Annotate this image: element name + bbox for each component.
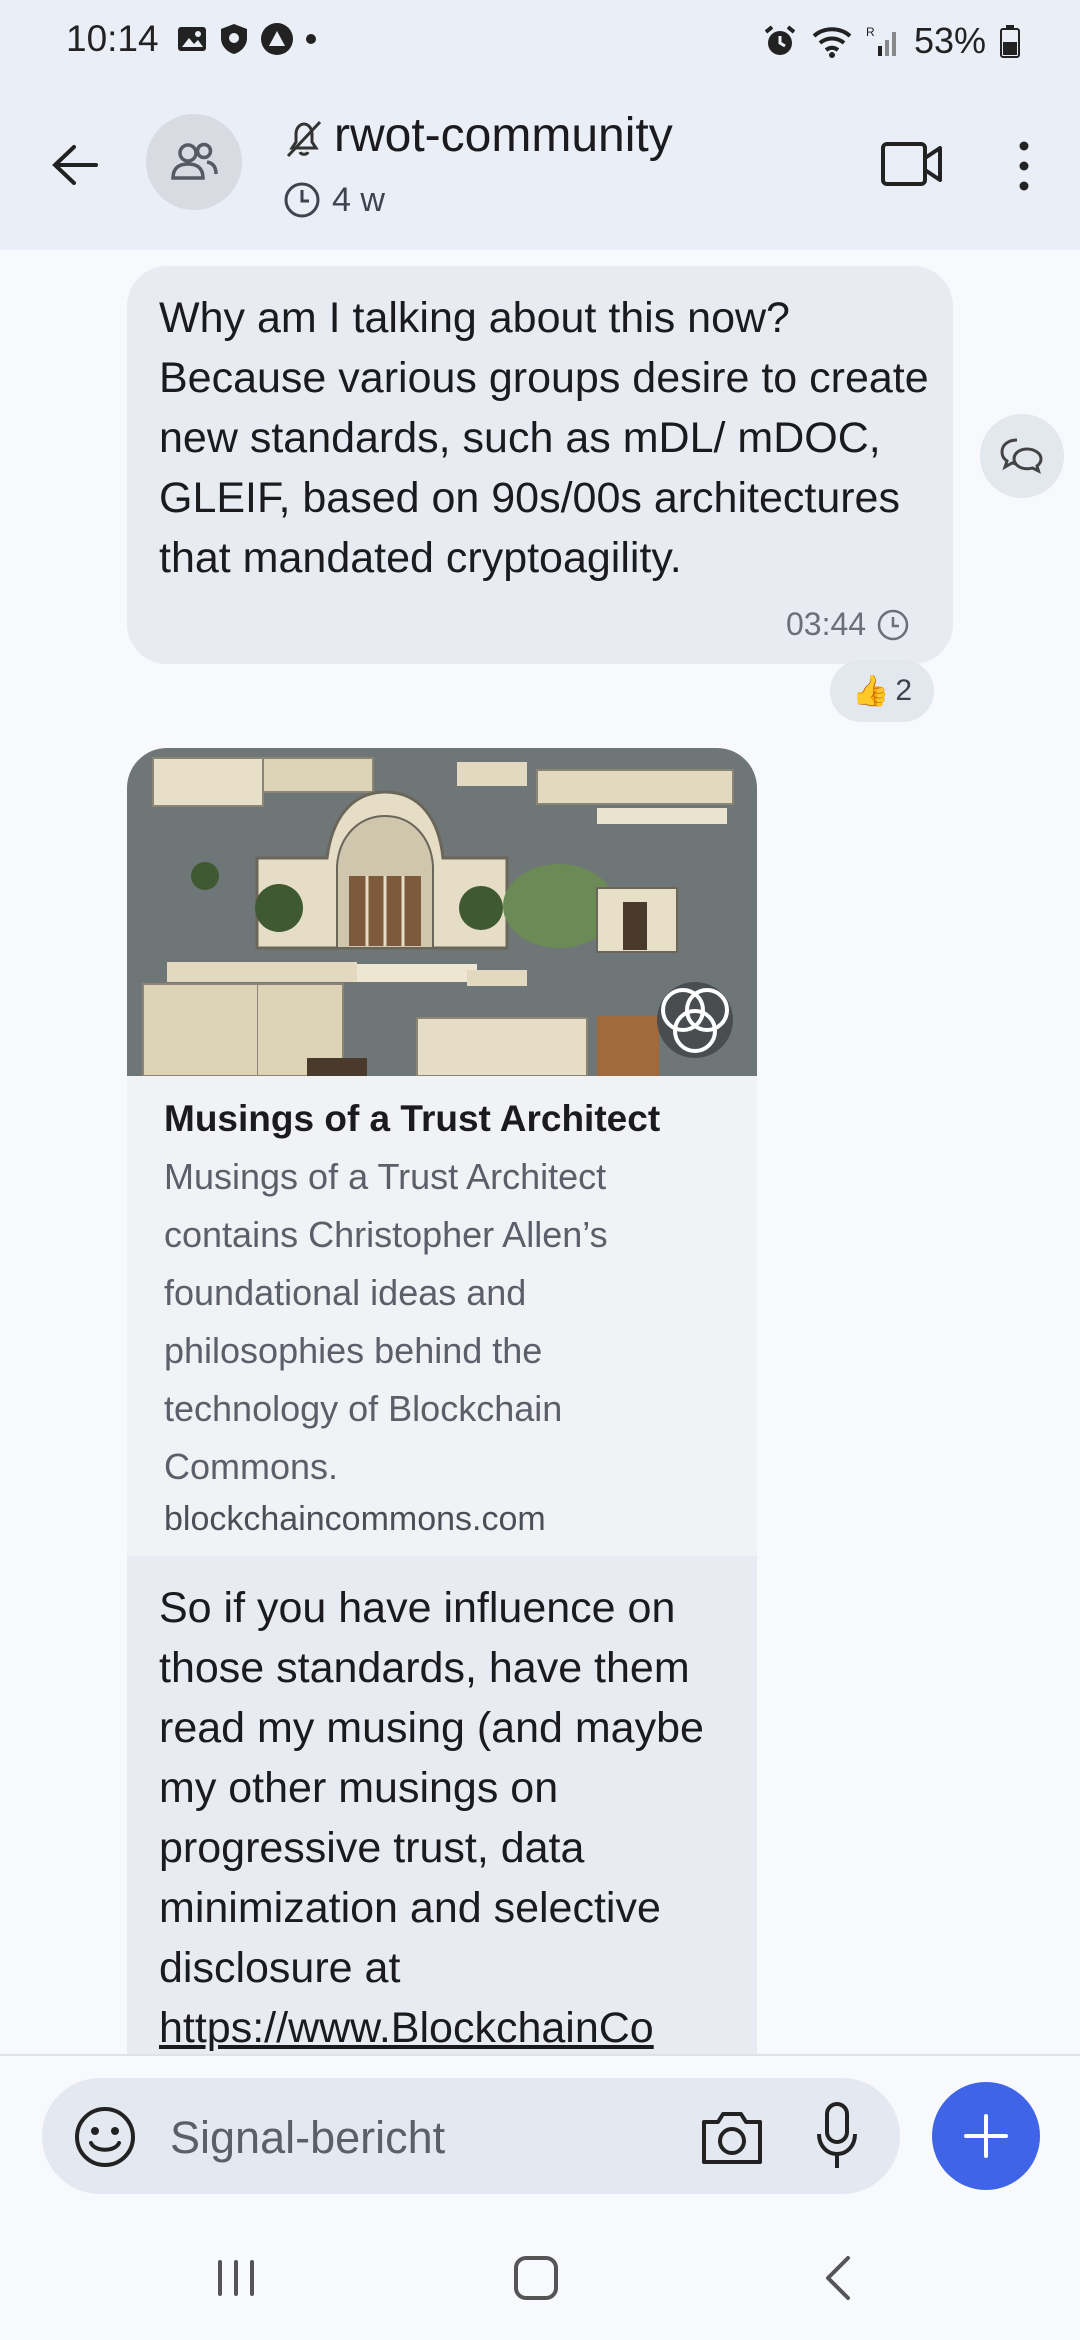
disappearing-timer[interactable]: 4 w bbox=[282, 180, 385, 220]
gallery-icon bbox=[178, 27, 206, 51]
message-input[interactable] bbox=[170, 2106, 670, 2170]
message-link[interactable]: https://www.BlockchainCo bbox=[159, 2004, 654, 2052]
message-text: So if you have influence on those standa… bbox=[159, 1578, 749, 2058]
link-preview-description: Musings of a Trust Architect contains Ch… bbox=[164, 1156, 608, 1487]
reply-button[interactable] bbox=[980, 414, 1064, 498]
camera-icon[interactable] bbox=[698, 2106, 766, 2168]
video-camera-icon[interactable] bbox=[880, 134, 944, 194]
link-preview-message[interactable]: Musings of a Trust Architect Musings of … bbox=[127, 748, 757, 2058]
status-system-icons: R 53% bbox=[762, 20, 1020, 62]
chat-title[interactable]: rwot-community bbox=[334, 108, 673, 163]
arrow-left-icon bbox=[52, 145, 98, 185]
reaction-count: 2 bbox=[895, 674, 913, 707]
home-icon[interactable] bbox=[512, 2254, 560, 2302]
more-vertical-icon[interactable] bbox=[1006, 136, 1042, 196]
battery-percentage: 53% bbox=[913, 20, 986, 61]
bell-off-icon bbox=[286, 120, 322, 158]
message-time: 03:44 bbox=[786, 606, 867, 642]
microphone-icon[interactable] bbox=[812, 2100, 862, 2172]
shield-icon bbox=[221, 24, 247, 54]
reaction-pill[interactable]: 👍 2 bbox=[830, 660, 934, 722]
svg-text:R: R bbox=[866, 25, 875, 39]
status-time: 10:14 bbox=[66, 18, 159, 59]
wifi-icon bbox=[812, 27, 852, 58]
link-preview-image[interactable] bbox=[127, 748, 757, 1076]
nav-back-icon[interactable] bbox=[820, 2254, 856, 2302]
more-notifications-icon bbox=[306, 34, 316, 44]
timer-icon bbox=[284, 182, 320, 218]
emoji-icon[interactable] bbox=[72, 2104, 138, 2170]
reaction-emoji: 👍 bbox=[851, 674, 890, 708]
message-timestamp: 03:44 bbox=[786, 606, 910, 643]
group-icon bbox=[171, 142, 218, 180]
link-preview-title[interactable]: Musings of a Trust Architect bbox=[164, 1098, 660, 1140]
app-notification-icon bbox=[261, 23, 293, 55]
message-text: Why am I talking about this now? Because… bbox=[159, 294, 929, 582]
recent-apps-icon[interactable] bbox=[214, 2258, 258, 2298]
timer-icon bbox=[877, 609, 909, 640]
message-text-body: So if you have influence on those standa… bbox=[159, 1584, 704, 1992]
signal-icon: R bbox=[866, 25, 896, 56]
group-avatar[interactable] bbox=[146, 114, 242, 210]
alarm-icon bbox=[764, 25, 796, 55]
reply-icon bbox=[1000, 438, 1043, 474]
timer-label: 4 w bbox=[332, 180, 385, 219]
link-preview-domain: blockchaincommons.com bbox=[164, 1500, 546, 1538]
status-notification-icons bbox=[176, 22, 318, 56]
attach-button[interactable] bbox=[932, 2082, 1040, 2190]
plus-icon bbox=[964, 2114, 1008, 2158]
battery-icon bbox=[1000, 25, 1020, 58]
back-button[interactable] bbox=[40, 125, 110, 205]
